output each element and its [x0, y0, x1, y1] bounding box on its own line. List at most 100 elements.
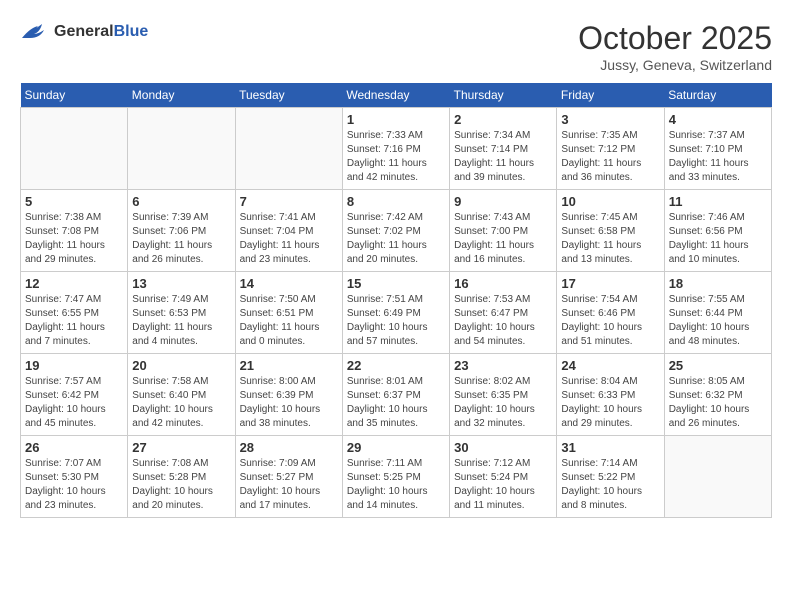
weekday-header-wednesday: Wednesday: [342, 83, 449, 108]
day-number: 14: [240, 276, 338, 291]
day-number: 19: [25, 358, 123, 373]
day-info: Sunrise: 8:04 AM Sunset: 6:33 PM Dayligh…: [561, 375, 659, 431]
day-cell: 12Sunrise: 7:47 AM Sunset: 6:55 PM Dayli…: [21, 272, 128, 354]
day-cell: 16 Sunrise: 7:53 AM Sunset: 6:47 PM Dayli…: [450, 272, 557, 354]
day-cell: 4 Sunrise: 7:37 AM Sunset: 7:10 PM Daylig…: [664, 108, 771, 190]
day-info: Sunrise: 7:37 AM Sunset: 7:10 PM Dayligh…: [669, 129, 767, 185]
day-info: Sunrise: 7:39 AM Sunset: 7:06 PM Dayligh…: [132, 211, 230, 267]
day-number: 10: [561, 194, 659, 209]
day-number: 31: [561, 440, 659, 455]
day-info: Sunrise: 7:49 AM Sunset: 6:53 PM Dayligh…: [132, 293, 230, 349]
day-number: 17: [561, 276, 659, 291]
day-info: Sunrise: 7:57 AM Sunset: 6:42 PM Dayligh…: [25, 375, 123, 431]
day-cell: 21 Sunrise: 8:00 AM Sunset: 6:39 PM Dayli…: [235, 354, 342, 436]
day-cell: 5Sunrise: 7:38 AM Sunset: 7:08 PM Daylig…: [21, 190, 128, 272]
day-cell: 6Sunrise: 7:39 AM Sunset: 7:06 PM Daylig…: [128, 190, 235, 272]
title-block: October 2025 Jussy, Geneva, Switzerland: [578, 20, 772, 73]
day-cell: 7Sunrise: 7:41 AM Sunset: 7:04 PM Daylig…: [235, 190, 342, 272]
day-cell: 25 Sunrise: 8:05 AM Sunset: 6:32 PM Dayli…: [664, 354, 771, 436]
week-row-1: 1Sunrise: 7:33 AM Sunset: 7:16 PM Daylig…: [21, 108, 772, 190]
day-info: Sunrise: 7:35 AM Sunset: 7:12 PM Dayligh…: [561, 129, 659, 185]
day-cell: [664, 436, 771, 518]
week-row-5: 26 Sunrise: 7:07 AM Sunset: 5:30 PM Dayli…: [21, 436, 772, 518]
day-cell: 22 Sunrise: 8:01 AM Sunset: 6:37 PM Dayli…: [342, 354, 449, 436]
day-number: 23: [454, 358, 552, 373]
weekday-header-friday: Friday: [557, 83, 664, 108]
day-number: 9: [454, 194, 552, 209]
day-info: Sunrise: 7:07 AM Sunset: 5:30 PM Dayligh…: [25, 457, 123, 513]
day-number: 13: [132, 276, 230, 291]
day-number: 26: [25, 440, 123, 455]
day-number: 25: [669, 358, 767, 373]
logo: GeneralBlue: [20, 20, 148, 44]
day-cell: 24 Sunrise: 8:04 AM Sunset: 6:33 PM Dayli…: [557, 354, 664, 436]
day-info: Sunrise: 8:05 AM Sunset: 6:32 PM Dayligh…: [669, 375, 767, 431]
day-cell: [235, 108, 342, 190]
day-cell: 8Sunrise: 7:42 AM Sunset: 7:02 PM Daylig…: [342, 190, 449, 272]
month-title: October 2025: [578, 20, 772, 57]
day-cell: 18 Sunrise: 7:55 AM Sunset: 6:44 PM Dayli…: [664, 272, 771, 354]
day-number: 3: [561, 112, 659, 127]
day-number: 30: [454, 440, 552, 455]
day-info: Sunrise: 7:14 AM Sunset: 5:22 PM Dayligh…: [561, 457, 659, 513]
page-header: GeneralBlue October 2025 Jussy, Geneva, …: [20, 20, 772, 73]
day-info: Sunrise: 7:11 AM Sunset: 5:25 PM Dayligh…: [347, 457, 445, 513]
location-subtitle: Jussy, Geneva, Switzerland: [578, 57, 772, 73]
day-cell: [21, 108, 128, 190]
day-info: Sunrise: 7:42 AM Sunset: 7:02 PM Dayligh…: [347, 211, 445, 267]
day-number: 11: [669, 194, 767, 209]
day-cell: 29 Sunrise: 7:11 AM Sunset: 5:25 PM Dayli…: [342, 436, 449, 518]
day-cell: 14 Sunrise: 7:50 AM Sunset: 6:51 PM Dayli…: [235, 272, 342, 354]
day-number: 12: [25, 276, 123, 291]
day-cell: 1Sunrise: 7:33 AM Sunset: 7:16 PM Daylig…: [342, 108, 449, 190]
day-cell: 23 Sunrise: 8:02 AM Sunset: 6:35 PM Dayli…: [450, 354, 557, 436]
day-cell: 26 Sunrise: 7:07 AM Sunset: 5:30 PM Dayli…: [21, 436, 128, 518]
day-info: Sunrise: 8:01 AM Sunset: 6:37 PM Dayligh…: [347, 375, 445, 431]
weekday-header-sunday: Sunday: [21, 83, 128, 108]
weekday-header-saturday: Saturday: [664, 83, 771, 108]
day-number: 27: [132, 440, 230, 455]
day-number: 21: [240, 358, 338, 373]
day-info: Sunrise: 7:09 AM Sunset: 5:27 PM Dayligh…: [240, 457, 338, 513]
day-info: Sunrise: 7:12 AM Sunset: 5:24 PM Dayligh…: [454, 457, 552, 513]
day-info: Sunrise: 7:43 AM Sunset: 7:00 PM Dayligh…: [454, 211, 552, 267]
weekday-header-tuesday: Tuesday: [235, 83, 342, 108]
day-cell: 17Sunrise: 7:54 AM Sunset: 6:46 PM Dayli…: [557, 272, 664, 354]
day-info: Sunrise: 7:55 AM Sunset: 6:44 PM Dayligh…: [669, 293, 767, 349]
day-cell: 13 Sunrise: 7:49 AM Sunset: 6:53 PM Dayli…: [128, 272, 235, 354]
week-row-4: 19 Sunrise: 7:57 AM Sunset: 6:42 PM Dayli…: [21, 354, 772, 436]
day-number: 2: [454, 112, 552, 127]
day-cell: 9 Sunrise: 7:43 AM Sunset: 7:00 PM Daylig…: [450, 190, 557, 272]
day-info: Sunrise: 8:00 AM Sunset: 6:39 PM Dayligh…: [240, 375, 338, 431]
day-number: 7: [240, 194, 338, 209]
day-cell: 15 Sunrise: 7:51 AM Sunset: 6:49 PM Dayli…: [342, 272, 449, 354]
logo-icon: [20, 20, 50, 44]
day-info: Sunrise: 7:51 AM Sunset: 6:49 PM Dayligh…: [347, 293, 445, 349]
day-cell: 19 Sunrise: 7:57 AM Sunset: 6:42 PM Dayli…: [21, 354, 128, 436]
day-info: Sunrise: 7:53 AM Sunset: 6:47 PM Dayligh…: [454, 293, 552, 349]
day-number: 20: [132, 358, 230, 373]
day-cell: 10 Sunrise: 7:45 AM Sunset: 6:58 PM Dayli…: [557, 190, 664, 272]
day-info: Sunrise: 7:50 AM Sunset: 6:51 PM Dayligh…: [240, 293, 338, 349]
day-number: 16: [454, 276, 552, 291]
day-number: 15: [347, 276, 445, 291]
day-cell: 2Sunrise: 7:34 AM Sunset: 7:14 PM Daylig…: [450, 108, 557, 190]
day-info: Sunrise: 7:33 AM Sunset: 7:16 PM Dayligh…: [347, 129, 445, 185]
day-cell: 3 Sunrise: 7:35 AM Sunset: 7:12 PM Daylig…: [557, 108, 664, 190]
day-info: Sunrise: 7:58 AM Sunset: 6:40 PM Dayligh…: [132, 375, 230, 431]
day-number: 24: [561, 358, 659, 373]
day-info: Sunrise: 7:45 AM Sunset: 6:58 PM Dayligh…: [561, 211, 659, 267]
day-cell: 30 Sunrise: 7:12 AM Sunset: 5:24 PM Dayli…: [450, 436, 557, 518]
day-cell: [128, 108, 235, 190]
day-number: 18: [669, 276, 767, 291]
day-number: 4: [669, 112, 767, 127]
week-row-3: 12Sunrise: 7:47 AM Sunset: 6:55 PM Dayli…: [21, 272, 772, 354]
day-info: Sunrise: 8:02 AM Sunset: 6:35 PM Dayligh…: [454, 375, 552, 431]
day-info: Sunrise: 7:46 AM Sunset: 6:56 PM Dayligh…: [669, 211, 767, 267]
day-info: Sunrise: 7:08 AM Sunset: 5:28 PM Dayligh…: [132, 457, 230, 513]
day-number: 29: [347, 440, 445, 455]
day-cell: 27 Sunrise: 7:08 AM Sunset: 5:28 PM Dayli…: [128, 436, 235, 518]
day-number: 22: [347, 358, 445, 373]
week-row-2: 5Sunrise: 7:38 AM Sunset: 7:08 PM Daylig…: [21, 190, 772, 272]
day-number: 28: [240, 440, 338, 455]
